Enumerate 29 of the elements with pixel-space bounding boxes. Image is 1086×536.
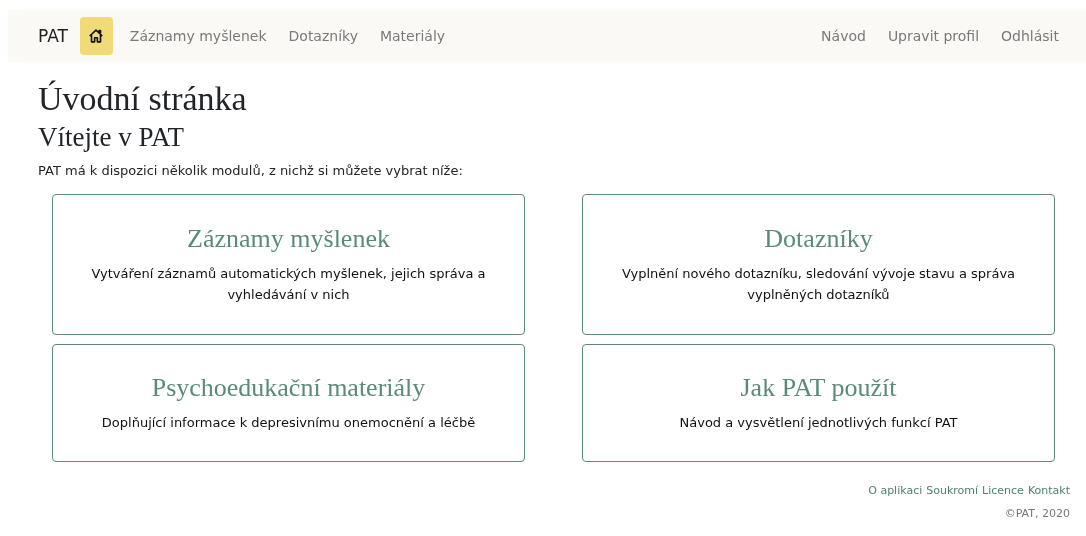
footer-link[interactable]: O aplikaci (868, 484, 923, 497)
card-title: Záznamy myšlenek (187, 223, 390, 254)
module-card[interactable]: Psychoedukační materiály Doplňující informace k depresivnímu onemocnění a léčbě (52, 344, 525, 462)
nav-link[interactable]: Návod (810, 28, 877, 44)
page-title: Úvodní stránka (38, 80, 248, 118)
home-button[interactable] (79, 17, 113, 55)
nav-link[interactable]: Záznamy myšlenek (118, 28, 278, 44)
card-text: Vyplnění nového dotazníku, sledování vývoje stavu a správa vyplněných dotazníků (620, 264, 1017, 304)
footer-link[interactable]: Licence (982, 484, 1024, 497)
card-title: Jak PAT použít (740, 372, 897, 403)
module-card[interactable]: Dotazníky Vyplnění nového dotazníku, sledování vývoje stavu a správa vyplněných dotazníků (582, 194, 1055, 335)
module-card[interactable]: Jak PAT použít Návod a vysvětlení jednotlivých funkcí PAT (582, 344, 1055, 462)
card-text: Vytváření záznamů automatických myšlenek, jejich správa a vyhledávání v nich (90, 264, 487, 304)
nav-link[interactable]: Materiály (368, 28, 457, 44)
module-card[interactable]: Záznamy myšlenek Vytváření záznamů automatických myšlenek, jejich správa a vyhledávání v nich (52, 194, 525, 335)
house-icon (87, 27, 106, 45)
footer-link[interactable]: Kontakt (1027, 484, 1070, 497)
nav-link[interactable]: Odhlásit (990, 28, 1070, 44)
card-text: Doplňující informace k depresivnímu onemocnění a léčbě (101, 413, 476, 432)
nav-link[interactable]: Upravit profil (876, 28, 991, 44)
copyright-text: ©PAT, 2020 (1004, 507, 1070, 520)
footer-link[interactable]: Soukromí (926, 484, 979, 497)
intro-text: PAT má k dispozici několik modulů, z nichž si můžete vybrat níže: (38, 163, 464, 178)
card-text: Návod a vysvětlení jednotlivých funkcí PAT (679, 413, 958, 432)
card-title: Psychoedukační materiály (151, 372, 426, 403)
nav-link[interactable]: Dotazníky (277, 28, 369, 44)
page-subtitle: Vítejte v PAT (38, 122, 185, 153)
brand-link[interactable]: PAT (38, 26, 68, 46)
card-title: Dotazníky (764, 223, 873, 254)
